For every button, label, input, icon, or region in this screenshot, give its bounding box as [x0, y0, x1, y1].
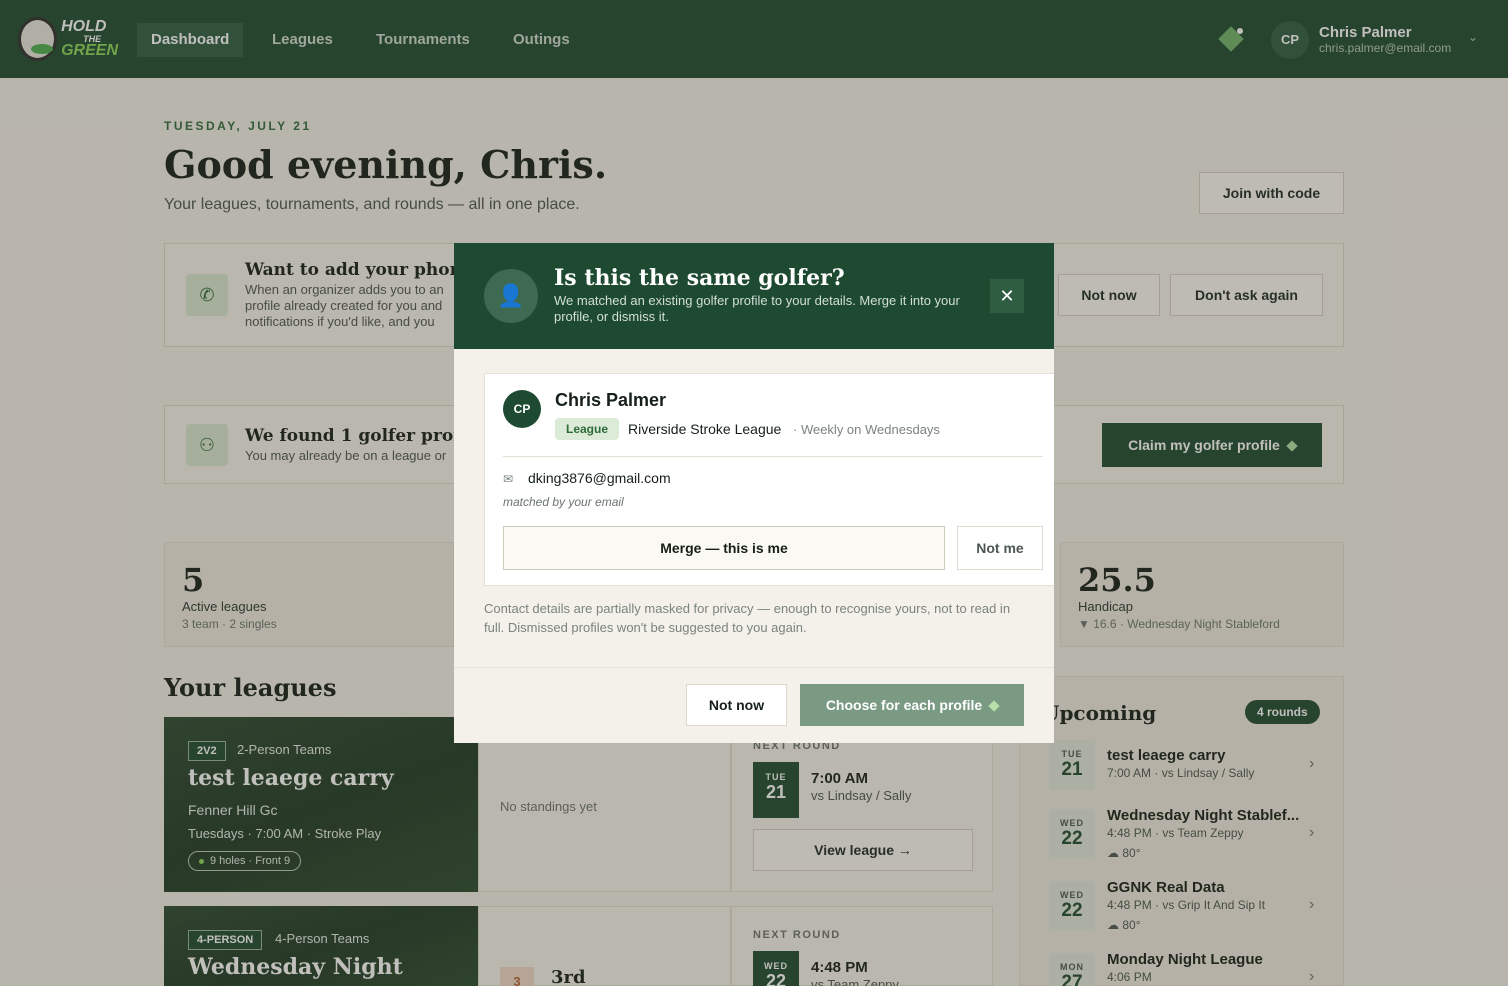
- profile-league: Riverside Stroke League: [628, 421, 782, 437]
- not-me-button[interactable]: Not me: [957, 526, 1043, 570]
- merge-golfer-modal: 👤 Is this the same golfer? We matched an…: [454, 243, 1054, 743]
- divider: [503, 456, 1043, 457]
- close-icon[interactable]: ✕: [990, 279, 1024, 313]
- modal-subtitle: We matched an existing golfer profile to…: [554, 293, 960, 324]
- league-tag: League: [555, 418, 620, 440]
- choose-label: Choose for each profile: [825, 697, 983, 713]
- person-icon: 👤: [484, 269, 538, 323]
- match-reason: matched by your email: [503, 495, 624, 509]
- modal-header: 👤 Is this the same golfer? We matched an…: [454, 243, 1054, 349]
- gem-icon: [988, 700, 1000, 712]
- choose-each-profile-button[interactable]: Choose for each profile: [800, 684, 1024, 726]
- profile-name: Chris Palmer: [555, 390, 667, 410]
- mail-icon: ✉: [503, 472, 514, 486]
- merge-button[interactable]: Merge — this is me: [503, 526, 945, 570]
- modal-not-now-button[interactable]: Not now: [686, 684, 787, 726]
- profile-avatar: CP: [503, 390, 541, 428]
- profile-email: dking3876@gmail.com: [528, 470, 671, 486]
- privacy-note: Contact details are partially masked for…: [484, 601, 1011, 635]
- modal-title: Is this the same golfer?: [554, 265, 845, 291]
- divider: [454, 667, 1054, 668]
- matched-profile-card: CP Chris Palmer League Riverside Stroke …: [484, 373, 1054, 586]
- profile-schedule: · Weekly on Wednesdays: [793, 422, 940, 437]
